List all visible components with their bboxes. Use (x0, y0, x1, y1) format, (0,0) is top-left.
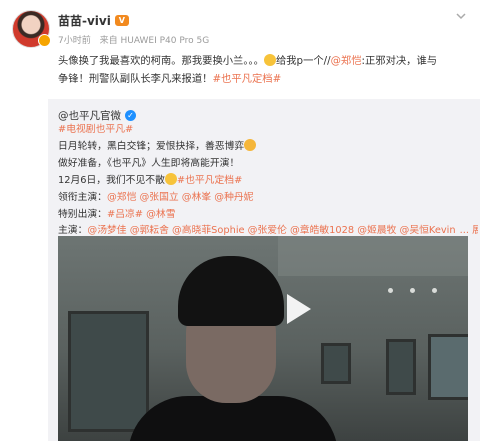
repost-card[interactable]: @也平凡官微 ✓ #电视剧也平凡# 日月轮转，黑白交锋；爱恨抉择，善恶博弈 做好… (48, 99, 480, 441)
weibo-post: 苗苗-vivi V 7小时前 来自 HUAWEI P40 Pro 5G 头像换了… (0, 0, 480, 441)
repost-line-text: 日月轮转，黑白交锋；爱恨抉择，善恶博弈 (58, 140, 245, 152)
gallery-painting (386, 339, 416, 395)
mention-links[interactable]: #吕凉# @林雪 (107, 209, 176, 220)
repost-line-1: 日月轮转，黑白交锋；爱恨抉择，善恶博弈 (58, 138, 478, 156)
repost-author[interactable]: @也平凡官微 (58, 108, 121, 123)
video-ceiling (278, 236, 468, 276)
ceiling-light (432, 288, 437, 293)
gallery-painting (428, 334, 468, 400)
mention-link[interactable]: @郑恺 (331, 55, 362, 67)
repost-author-row: @也平凡官微 ✓ (58, 108, 136, 123)
content-text-2a: 争锋！刑警队副队长李凡来报道！ (58, 73, 213, 85)
repost-line-label: 领衔主演： (58, 191, 107, 203)
content-text-1c: :正邪对决，谁与 (361, 55, 438, 67)
chevron-down-icon[interactable] (455, 10, 467, 22)
topic-link[interactable]: #也平凡定档# (212, 73, 281, 85)
cool-emoji-icon (244, 138, 257, 151)
repost-line-label: 特别出演： (58, 208, 107, 220)
play-icon[interactable] (283, 292, 313, 326)
expand-link[interactable]: ... 展开 (460, 225, 478, 236)
video-player[interactable] (58, 236, 468, 441)
laugh-emoji-icon (263, 54, 276, 66)
repost-text: #电视剧也平凡# 日月轮转，黑白交锋；爱恨抉择，善恶博弈 做好准备，《也平凡》人… (58, 122, 478, 240)
ceiling-light (388, 288, 393, 293)
gallery-painting (68, 311, 149, 432)
content-text-1a: 头像换了我最喜欢的柯南。那我要换小兰。。。 (58, 55, 264, 67)
repost-line-text: 12月6日，我们不见不散 (58, 174, 165, 186)
emoji-icon (164, 172, 177, 185)
verified-icon: ✓ (125, 110, 136, 121)
repost-line-5: 特别出演：#吕凉# @林雪 (58, 207, 478, 224)
post-time[interactable]: 7小时前 (58, 36, 91, 46)
mention-links[interactable]: @郑恺 @张国立 @林峯 @种丹妮 (107, 192, 254, 203)
content-text-1b: 给我p一个// (275, 55, 331, 67)
post-source: 来自 HUAWEI P40 Pro 5G (99, 36, 210, 46)
repost-line-2: 做好准备，《也平凡》人生即将高能开演！ (58, 157, 240, 169)
username[interactable]: 苗苗-vivi (58, 12, 111, 29)
ceiling-light (410, 288, 415, 293)
avatar-badge-icon (38, 34, 51, 47)
gallery-painting (321, 343, 351, 384)
repost-line-4: 领衔主演：@郑恺 @张国立 @林峯 @种丹妮 (58, 190, 478, 207)
username-row: 苗苗-vivi V (58, 12, 129, 29)
vip-badge-icon: V (114, 15, 129, 26)
mention-links[interactable]: @汤梦佳 @郭耘舍 @高晓菲Sophie @张爱伦 @章皓敏1028 @姬晨牧 … (87, 225, 455, 236)
post-content: 头像换了我最喜欢的柯南。那我要换小兰。。。 给我p一个//@郑恺:正邪对决，谁与 … (58, 52, 468, 88)
repost-line-label: 主演： (58, 225, 88, 237)
repost-topic-line[interactable]: #电视剧也平凡# (58, 122, 478, 139)
repost-line-3: 12月6日，我们不见不散 #也平凡定档# (58, 172, 478, 190)
topic-link[interactable]: #也平凡定档# (177, 175, 242, 186)
post-meta: 7小时前 来自 HUAWEI P40 Pro 5G (58, 33, 209, 46)
